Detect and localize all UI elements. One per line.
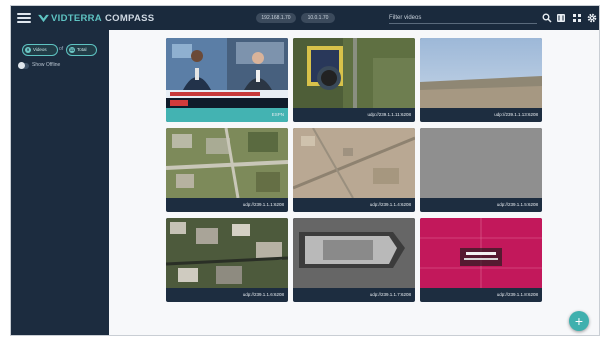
- video-card[interactable]: udp://239.1.1.1:6208: [166, 128, 288, 212]
- videos-label: Videos: [33, 47, 47, 52]
- video-thumbnail: [293, 128, 415, 198]
- video-caption: udp://239.1.1.6:6208: [242, 292, 284, 297]
- videos-count: 9: [25, 47, 31, 53]
- video-caption: udp://239.1.1.13:6208: [494, 112, 538, 117]
- video-card[interactable]: udp://239.1.1.13:6208: [420, 38, 542, 122]
- video-caption: udp://239.1.1.8:6208: [496, 292, 538, 297]
- server-address-pill[interactable]: 10.0.1.70: [301, 13, 335, 23]
- video-card[interactable]: ESPN: [166, 38, 288, 122]
- brand-name-main: COMPASS: [104, 12, 155, 24]
- menu-icon[interactable]: [17, 13, 31, 23]
- video-card[interactable]: udp://239.1.1.11:6208: [293, 38, 415, 122]
- of-label: of: [59, 46, 64, 52]
- show-offline-toggle[interactable]: [18, 62, 29, 69]
- video-caption: udp://239.1.1.7:6208: [369, 292, 411, 297]
- video-card[interactable]: udp://239.1.1.6:6208: [166, 218, 288, 302]
- video-card[interactable]: udp://239.1.1.4:6208: [293, 128, 415, 212]
- video-thumbnail: [420, 38, 542, 108]
- search-icon[interactable]: [542, 13, 552, 23]
- video-caption: ESPN: [166, 108, 288, 122]
- video-thumbnail: [166, 38, 288, 108]
- video-thumbnail: [166, 128, 288, 198]
- grid-icon[interactable]: [572, 13, 582, 23]
- video-thumbnail: [420, 218, 542, 288]
- total-label: Total: [77, 47, 87, 52]
- video-caption: udp://239.1.1.4:6208: [369, 202, 411, 207]
- video-grid: ESPN udp://239.1.1.11:6208 udp://239.1.1…: [109, 30, 599, 335]
- total-count: 11: [69, 47, 75, 53]
- brand-name-accent: VIDTERRA: [51, 12, 102, 24]
- video-caption: udp://239.1.1.1:6208: [242, 202, 284, 207]
- top-bar: VIDTERRA COMPASS 192.168.1.70 10.0.1.70 …: [11, 6, 599, 30]
- show-offline-label: Show Offline: [32, 62, 61, 68]
- video-thumbnail: [420, 128, 542, 198]
- videos-count-chip[interactable]: 9 Videos: [22, 44, 58, 56]
- video-caption: udp://239.1.1.5:6208: [496, 202, 538, 207]
- brand-logo[interactable]: VIDTERRA COMPASS: [38, 13, 154, 24]
- settings-icon[interactable]: [587, 13, 597, 23]
- video-card[interactable]: udp://239.1.1.5:6208: [420, 128, 542, 212]
- add-video-button[interactable]: +: [569, 311, 589, 331]
- total-count-chip[interactable]: 11 Total: [66, 44, 97, 56]
- video-thumbnail: [166, 218, 288, 288]
- map-icon[interactable]: [556, 13, 566, 23]
- sidebar: 9 Videos of 11 Total Show Offline: [11, 30, 109, 335]
- video-card[interactable]: udp://239.1.1.7:6208: [293, 218, 415, 302]
- video-thumbnail: [293, 38, 415, 108]
- video-card[interactable]: udp://239.1.1.8:6208: [420, 218, 542, 302]
- video-caption: udp://239.1.1.11:6208: [367, 112, 411, 117]
- filter-videos-input[interactable]: Filter videos: [389, 12, 537, 24]
- app-window: VIDTERRA COMPASS 192.168.1.70 10.0.1.70 …: [10, 5, 600, 336]
- video-thumbnail: [293, 218, 415, 288]
- server-address-pill[interactable]: 192.168.1.70: [256, 13, 296, 23]
- logo-icon: [38, 14, 49, 22]
